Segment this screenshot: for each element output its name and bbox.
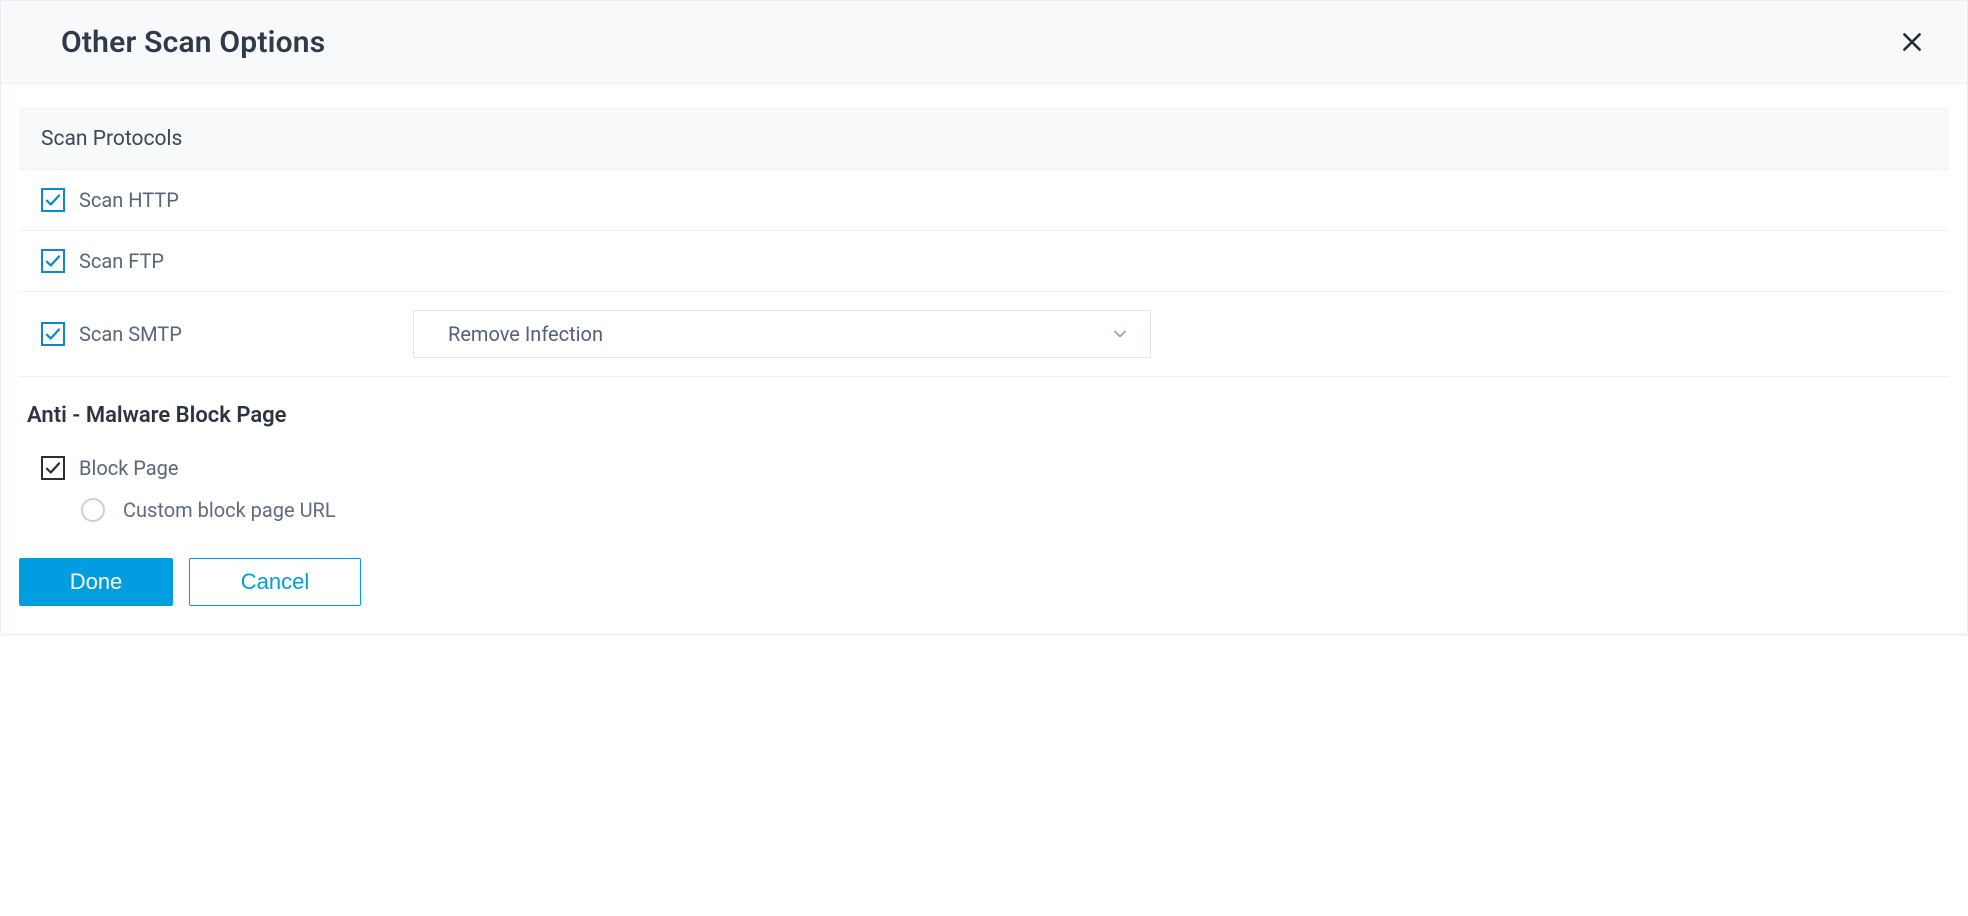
checkbox-block-page[interactable] xyxy=(41,456,65,480)
label-block-page: Block Page xyxy=(79,456,179,480)
row-scan-http: Scan HTTP xyxy=(19,170,1949,231)
row-scan-smtp: Scan SMTP Remove Infection xyxy=(19,292,1949,377)
row-block-page: Block Page xyxy=(19,438,1949,486)
check-icon xyxy=(44,459,62,477)
checkbox-scan-ftp[interactable] xyxy=(41,249,65,273)
close-button[interactable] xyxy=(1893,23,1931,61)
row-custom-block-page-url: Custom block page URL xyxy=(19,486,1949,536)
panel-title: Other Scan Options xyxy=(61,25,325,60)
check-icon xyxy=(44,191,62,209)
row-scan-ftp: Scan FTP xyxy=(19,231,1949,292)
checkbox-scan-http[interactable] xyxy=(41,188,65,212)
panel-header: Other Scan Options xyxy=(1,1,1967,84)
label-scan-smtp: Scan SMTP xyxy=(79,322,399,346)
section-header-anti-malware: Anti - Malware Block Page xyxy=(19,377,1949,438)
panel-footer: Done Cancel xyxy=(1,536,1967,634)
checkbox-scan-smtp[interactable] xyxy=(41,322,65,346)
done-button[interactable]: Done xyxy=(19,558,173,606)
select-smtp-action-value: Remove Infection xyxy=(448,322,603,346)
check-icon xyxy=(44,325,62,343)
radio-custom-block-page-url[interactable] xyxy=(81,498,105,522)
scan-options-panel: Other Scan Options Scan Protocols Scan H… xyxy=(0,0,1968,635)
label-scan-http: Scan HTTP xyxy=(79,188,179,212)
check-icon xyxy=(44,252,62,270)
close-icon xyxy=(1899,29,1925,55)
section-header-scan-protocols: Scan Protocols xyxy=(19,108,1949,170)
chevron-down-icon xyxy=(1110,324,1130,344)
panel-body: Scan Protocols Scan HTTP Scan FTP xyxy=(1,84,1967,536)
label-scan-ftp: Scan FTP xyxy=(79,249,164,273)
cancel-button[interactable]: Cancel xyxy=(189,558,361,606)
label-custom-block-page-url: Custom block page URL xyxy=(123,498,336,522)
select-smtp-action[interactable]: Remove Infection xyxy=(413,310,1151,358)
